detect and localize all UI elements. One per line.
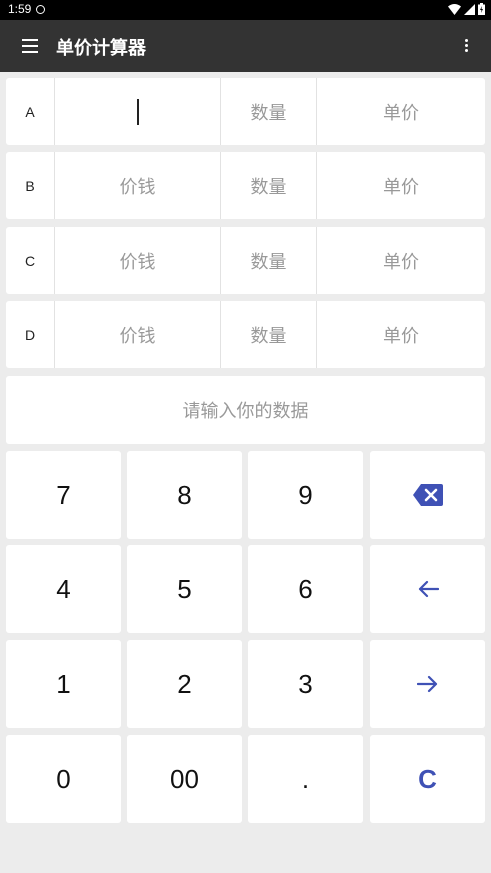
price-input[interactable]: 价钱 [55,301,221,368]
quantity-input[interactable]: 数量 [221,78,317,145]
app-bar: 单价计算器 [0,20,491,72]
row-label: C [6,227,55,294]
result-message: 请输入你的数据 [6,376,485,444]
price-input[interactable] [55,78,221,145]
key-3[interactable]: 3 [248,640,363,728]
unit-price-field[interactable]: 单价 [317,301,485,368]
row-label: A [6,78,55,145]
key-6[interactable]: 6 [248,545,363,633]
menu-icon[interactable] [22,39,38,53]
wifi-icon [448,3,461,15]
key-8[interactable]: 8 [127,451,242,539]
quantity-input[interactable]: 数量 [221,227,317,294]
price-input[interactable]: 价钱 [55,227,221,294]
battery-icon [478,3,485,15]
unit-price-field[interactable]: 单价 [317,227,485,294]
status-icons [448,3,485,15]
key-2[interactable]: 2 [127,640,242,728]
backspace-icon [412,484,443,506]
move-right-button[interactable] [370,640,485,728]
key-5[interactable]: 5 [127,545,242,633]
row-label: D [6,301,55,368]
key-0[interactable]: 0 [6,735,121,823]
shield-icon [36,5,45,14]
row-c: C 价钱 数量 单价 [6,227,485,294]
quantity-input[interactable]: 数量 [221,152,317,219]
text-cursor [136,98,139,125]
arrow-right-icon [416,675,437,693]
status-bar: 1:59 [0,0,491,20]
more-options-icon[interactable] [465,39,469,53]
key-00[interactable]: 00 [127,735,242,823]
key-decimal[interactable]: . [248,735,363,823]
quantity-input[interactable]: 数量 [221,301,317,368]
key-1[interactable]: 1 [6,640,121,728]
key-7[interactable]: 7 [6,451,121,539]
row-d: D 价钱 数量 单价 [6,301,485,368]
row-a: A 数量 单价 [6,78,485,145]
key-4[interactable]: 4 [6,545,121,633]
price-input[interactable]: 价钱 [55,152,221,219]
key-9[interactable]: 9 [248,451,363,539]
row-label: B [6,152,55,219]
unit-price-field[interactable]: 单价 [317,78,485,145]
move-left-button[interactable] [370,545,485,633]
app-title: 单价计算器 [56,38,146,59]
backspace-button[interactable] [370,451,485,539]
signal-icon [464,3,475,15]
unit-price-field[interactable]: 单价 [317,152,485,219]
clear-button[interactable]: C [370,735,485,823]
arrow-left-icon [418,580,439,598]
status-time: 1:59 [8,2,32,16]
row-b: B 价钱 数量 单价 [6,152,485,219]
